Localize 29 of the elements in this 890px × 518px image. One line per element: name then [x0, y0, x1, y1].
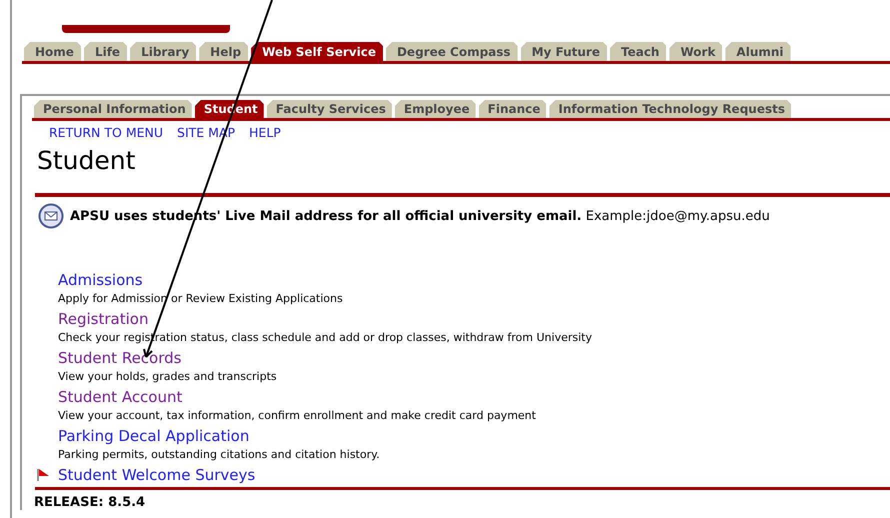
menu-description: View your account, tax information, confirm enrollment and make credit card payment: [58, 409, 537, 422]
section-tab[interactable]: Faculty Services: [266, 100, 392, 118]
section-tab[interactable]: Finance: [478, 100, 546, 118]
nav-tab[interactable]: Degree Compass: [386, 42, 518, 61]
nav-tab[interactable]: My Future: [520, 42, 607, 61]
menu-description: Parking permits, outstanding citations and citation history.: [58, 448, 381, 461]
nav-tab[interactable]: Teach: [610, 42, 666, 61]
nav-link[interactable]: RETURN TO MENU: [49, 125, 164, 140]
menu-link[interactable]: Student Welcome Surveys: [58, 466, 256, 484]
nav-tab[interactable]: Life: [84, 42, 128, 61]
release-version: RELEASE: 8.5.4: [34, 495, 146, 510]
menu-link[interactable]: Admissions: [58, 271, 143, 289]
menu-description: View your holds, grades and transcripts: [58, 370, 278, 383]
nav-tab[interactable]: Alumni: [725, 42, 791, 61]
section-tab[interactable]: Information Technology Requests: [549, 100, 791, 118]
section-tab[interactable]: Employee: [394, 100, 476, 118]
section-tab[interactable]: Personal Information: [34, 100, 192, 118]
nav-tab[interactable]: Work: [669, 42, 722, 61]
menu-link[interactable]: Registration: [58, 310, 148, 328]
nav-tab[interactable]: Home: [24, 42, 81, 61]
nav-tab[interactable]: Web Self Service: [251, 42, 383, 61]
nav-tab[interactable]: Library: [130, 42, 196, 61]
page-title: Student: [37, 146, 136, 175]
nav-link[interactable]: HELP: [249, 125, 281, 140]
mail-icon: [38, 203, 64, 229]
menu-link[interactable]: Student Records: [58, 349, 182, 367]
nav-tab[interactable]: Help: [199, 42, 248, 61]
menu-link[interactable]: Student Account: [58, 388, 182, 406]
menu-link[interactable]: Parking Decal Application: [58, 427, 250, 445]
